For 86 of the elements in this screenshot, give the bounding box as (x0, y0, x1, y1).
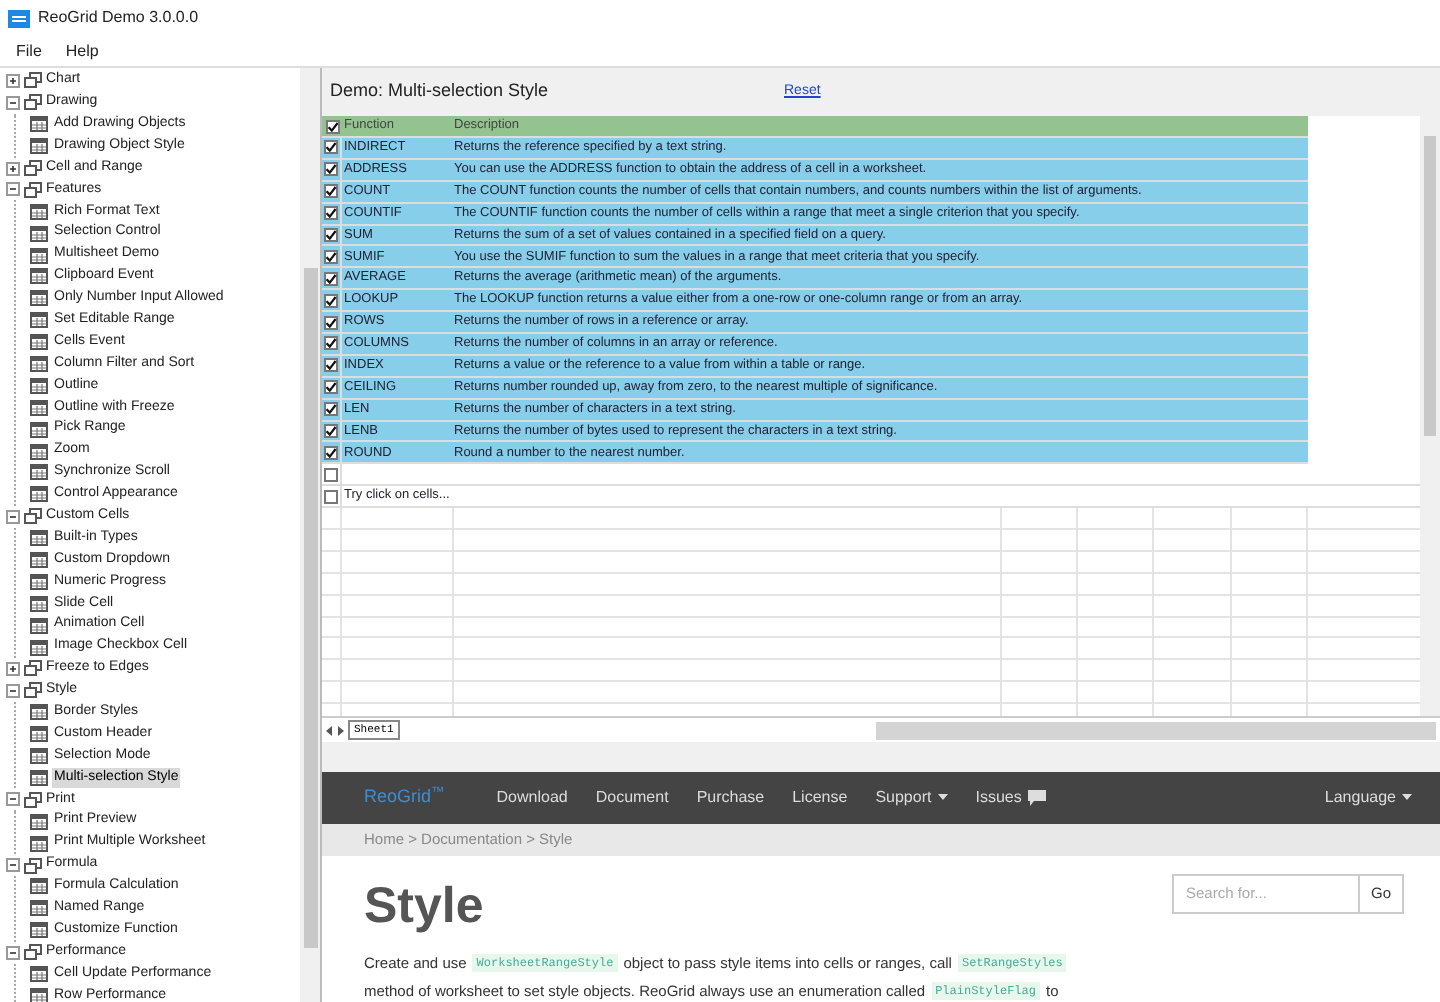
table-icon (30, 748, 48, 765)
nav-link[interactable]: Issues (975, 785, 1046, 810)
table-icon (30, 617, 48, 634)
window-title: ReoGrid Demo 3.0.0.0 (38, 6, 199, 30)
collapse-icon[interactable] (6, 858, 20, 872)
table-icon (30, 203, 48, 220)
expand-icon[interactable] (6, 73, 20, 88)
nav-link[interactable]: Purchase (696, 785, 765, 810)
table-icon (30, 595, 48, 612)
checked-checkbox[interactable] (324, 228, 338, 242)
scrollbar-thumb[interactable] (1424, 136, 1436, 436)
table-icon (30, 268, 48, 285)
menu-item[interactable]: File (16, 39, 42, 63)
table-icon (30, 312, 48, 329)
nav-link[interactable]: Download (496, 785, 568, 810)
folder-windows-icon (24, 508, 42, 525)
table-icon (30, 138, 48, 155)
folder-windows-icon (24, 857, 42, 873)
folder-windows-icon (24, 944, 42, 961)
table-icon (30, 552, 48, 569)
checked-checkbox[interactable] (324, 336, 338, 351)
menu-item[interactable]: Help (65, 39, 99, 63)
expand-icon[interactable] (6, 661, 20, 676)
checked-checkbox[interactable] (325, 119, 339, 133)
table-icon (30, 290, 48, 307)
checked-checkbox[interactable] (324, 293, 338, 308)
checked-checkbox[interactable] (324, 445, 338, 460)
table-icon (30, 878, 48, 895)
table-icon (30, 116, 48, 133)
nav-link[interactable]: Support (875, 785, 948, 810)
table-icon (30, 464, 48, 481)
checked-checkbox[interactable] (324, 380, 338, 395)
table-icon (30, 726, 48, 743)
expand-icon[interactable] (6, 161, 20, 175)
collapse-icon[interactable] (6, 683, 20, 698)
caret-icon (937, 794, 948, 801)
table-icon (30, 704, 48, 721)
table-icon (30, 769, 48, 786)
nav-link[interactable]: Document (595, 785, 669, 810)
table-icon (30, 399, 48, 416)
collapse-icon[interactable] (6, 945, 20, 960)
checked-checkbox[interactable] (324, 184, 338, 199)
table-icon (30, 922, 48, 939)
checked-checkbox[interactable] (324, 206, 338, 221)
table-icon (30, 225, 48, 242)
checked-checkbox[interactable] (324, 162, 338, 177)
app-logo-icon (8, 9, 30, 27)
table-icon (30, 639, 48, 656)
chat-bubble-icon (1027, 789, 1046, 806)
language-menu[interactable]: Language (1324, 785, 1412, 810)
table-icon (30, 421, 48, 438)
table-icon (30, 530, 48, 547)
caret-icon (1402, 794, 1412, 801)
table-icon (30, 835, 48, 852)
checked-checkbox[interactable] (324, 249, 338, 264)
checked-checkbox[interactable] (324, 358, 338, 373)
nav-link[interactable]: License (792, 785, 848, 810)
tree-scrollbar[interactable] (300, 68, 320, 1002)
table-icon (30, 965, 48, 982)
table-icon (30, 377, 48, 394)
checked-checkbox[interactable] (324, 315, 338, 330)
collapse-icon[interactable] (6, 182, 20, 197)
horizontal-scrollbar[interactable] (876, 721, 1436, 739)
table-icon (30, 486, 48, 503)
checkbox[interactable] (324, 467, 338, 482)
scrollbar-thumb[interactable] (303, 268, 317, 948)
table-icon (30, 356, 48, 373)
table-icon (30, 443, 48, 460)
checkbox[interactable] (324, 489, 338, 504)
sheet-nav-icon[interactable] (326, 725, 344, 735)
table-icon (30, 334, 48, 351)
collapse-icon[interactable] (6, 792, 20, 807)
checked-checkbox[interactable] (324, 424, 338, 439)
grid-scrollbar[interactable] (1420, 116, 1440, 716)
collapse-icon[interactable] (6, 509, 20, 524)
checked-checkbox[interactable] (324, 402, 338, 417)
table-icon (30, 247, 48, 264)
checked-checkbox[interactable] (324, 271, 338, 286)
table-icon (30, 573, 48, 590)
checked-checkbox[interactable] (324, 140, 338, 155)
demo-title: Demo: Multi-selection Style (330, 78, 551, 105)
table-icon (30, 813, 48, 830)
collapse-icon[interactable] (6, 95, 20, 110)
table-icon (30, 900, 48, 917)
folder-windows-icon (24, 791, 42, 808)
page-heading: Style (364, 876, 484, 938)
